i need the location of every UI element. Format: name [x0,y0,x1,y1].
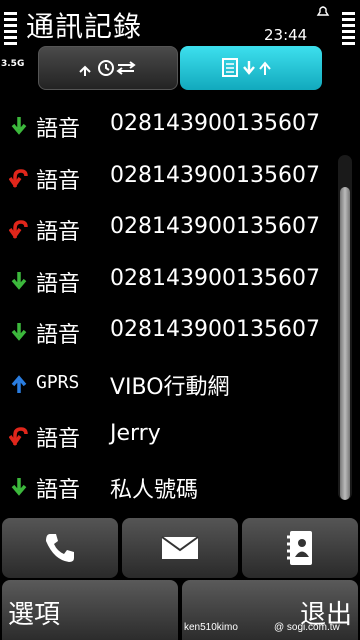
options-softkey[interactable]: 選項 [2,580,178,640]
call-log-list: 語音 028143900135607 語音 028143900135607 語音… [0,101,330,514]
list-item[interactable]: GPRS VIBO行動網 [0,359,330,411]
page-title: 通訊記錄 [26,10,143,43]
list-item[interactable]: 語音 私人號碼 [0,462,330,514]
outgoing-data-icon [11,375,27,393]
network-type: 3.5G [1,59,25,69]
missed-call-icon [9,168,28,188]
contacts-icon [287,531,312,565]
list-item[interactable]: 語音 028143900135607 [0,101,330,153]
list-item[interactable]: 語音 028143900135607 [0,204,330,256]
data-transfer-icon [222,58,271,77]
toolbar [0,518,360,578]
call-button[interactable] [2,518,118,578]
list-item[interactable]: 語音 028143900135607 [0,307,330,359]
incoming-call-icon [11,271,27,290]
clock: 23:44 [264,26,308,44]
tab-bar [38,46,322,90]
list-item[interactable]: 語音 Jerry [0,411,330,463]
scrollbar-thumb[interactable] [340,187,350,500]
tab-call-log[interactable] [38,46,178,90]
phone-icon [46,534,74,562]
list-item[interactable]: 語音 028143900135607 [0,153,330,205]
message-button[interactable] [122,518,238,578]
envelope-icon [161,536,199,559]
incoming-call-icon [11,478,27,496]
alarm-icon [316,6,330,16]
status-bar: 3.5G 通訊記錄 23:44 [0,0,360,69]
watermark-right: @ sogi.com.tw [274,622,340,633]
tab-packet-data[interactable] [180,46,322,90]
missed-call-icon [9,426,28,446]
missed-call-icon [9,220,28,240]
incoming-call-icon [11,323,27,342]
signal-strength-icon [2,4,20,48]
incoming-call-icon [11,117,27,135]
recent-calls-icon [79,60,136,76]
battery-icon [340,4,358,48]
list-item[interactable]: 語音 028143900135607 [0,256,330,308]
watermark-left: ken510kimo [184,622,238,633]
contacts-button[interactable] [242,518,358,578]
